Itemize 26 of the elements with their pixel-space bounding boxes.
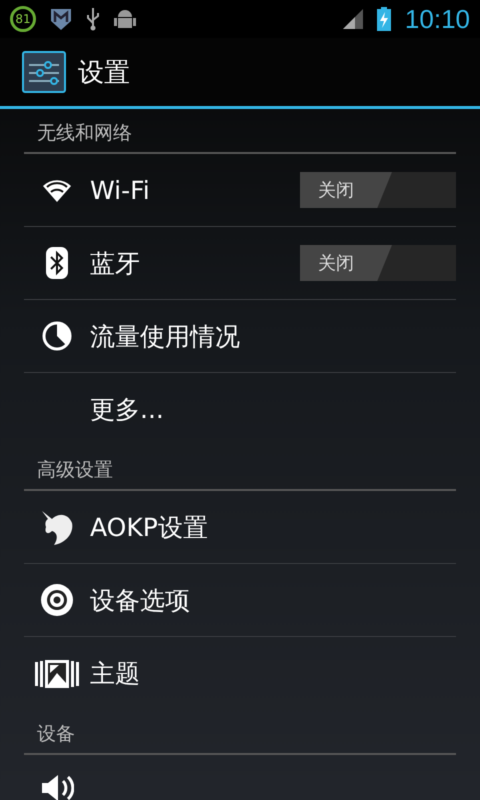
shield-icon [50, 7, 72, 31]
section-header: 高级设置 [24, 446, 456, 491]
battery-charging-icon [376, 7, 391, 31]
picture-frame-icon [35, 658, 79, 688]
setting-label[interactable]: 设备选项 [90, 584, 456, 616]
android-icon [114, 7, 136, 31]
setting-label[interactable]: 更多... [90, 393, 456, 426]
section-header: 无线和网络 [24, 109, 456, 154]
toggle-switch[interactable]: 关闭 [300, 245, 456, 281]
setting-label[interactable]: 流量使用情况 [90, 320, 456, 352]
battery-level-badge: 81 [10, 6, 36, 32]
speaker-icon [40, 773, 74, 800]
pie-chart-icon [41, 320, 73, 352]
setting-label[interactable]: 主题 [90, 657, 456, 690]
bluetooth-icon [46, 247, 68, 279]
signal-icon [342, 9, 363, 29]
setting-label[interactable]: Wi-Fi [90, 176, 300, 204]
section-header: 设备 [24, 710, 456, 755]
clock: 10:10 [404, 4, 470, 34]
usb-icon [86, 7, 100, 31]
screen-title: 设置 [78, 56, 130, 90]
toggle-switch[interactable]: 关闭 [300, 172, 456, 208]
settings-icon[interactable] [22, 51, 66, 93]
setting-label[interactable]: AOKP设置 [90, 510, 456, 544]
setting-label[interactable]: 蓝牙 [90, 246, 300, 280]
unicorn-icon [40, 509, 74, 545]
